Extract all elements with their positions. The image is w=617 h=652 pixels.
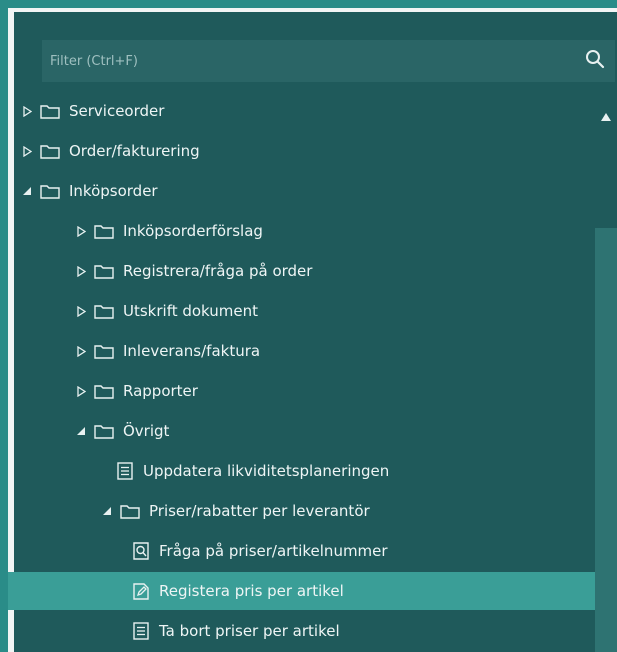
document-icon (132, 622, 150, 640)
document-icon (116, 462, 134, 480)
folder-icon (40, 144, 60, 159)
expanded-arrow-icon[interactable] (100, 506, 114, 516)
tree-item-label: Rapporter (123, 382, 198, 400)
tree-item-ta-bort-priser-per-artikel[interactable]: Ta bort priser per artikel (8, 612, 617, 650)
tree-item-inleverans-faktura[interactable]: Inleverans/faktura (8, 332, 617, 370)
folder-icon (40, 184, 60, 199)
tree-item-label: Registrera/fråga på order (123, 262, 313, 280)
collapsed-arrow-icon[interactable] (20, 145, 34, 157)
expanded-arrow-icon[interactable] (74, 426, 88, 436)
edit-document-icon (132, 582, 150, 600)
tree-item-label: Priser/rabatter per leverantör (149, 502, 370, 520)
tree-item-label: Övrigt (123, 422, 170, 440)
collapsed-arrow-icon[interactable] (74, 305, 88, 317)
tree-item-label: Registera pris per artikel (159, 582, 344, 600)
tree-item-label: Uppdatera likviditetsplaneringen (143, 462, 390, 480)
folder-icon (94, 224, 114, 239)
tree-item-label: Utskrift dokument (123, 302, 259, 320)
expanded-arrow-icon[interactable] (20, 186, 34, 196)
folder-icon (94, 424, 114, 439)
filter-box (42, 40, 615, 82)
folder-icon (94, 264, 114, 279)
tree-item-inkopsorderforslag[interactable]: Inköpsorderförslag (8, 212, 617, 250)
collapsed-arrow-icon[interactable] (74, 265, 88, 277)
tree-item-label: Order/fakturering (69, 142, 200, 160)
menu-tree: Serviceorder Order/fakturering Inköpsorder… (8, 94, 617, 652)
filter-input[interactable] (42, 40, 572, 82)
tree-item-fraga-pa-priser-artikelnummer[interactable]: Fråga på priser/artikelnummer (8, 532, 617, 570)
scroll-up-button[interactable] (599, 108, 613, 122)
tree-item-label: Inköpsorderförslag (123, 222, 263, 240)
collapsed-arrow-icon[interactable] (74, 385, 88, 397)
collapsed-arrow-icon[interactable] (74, 345, 88, 357)
triangle-up-icon (601, 106, 611, 125)
tree-item-utskrift-dokument[interactable]: Utskrift dokument (8, 292, 617, 330)
tree-item-ovrigt[interactable]: Övrigt (8, 412, 617, 450)
search-button[interactable] (575, 40, 615, 82)
collapsed-arrow-icon[interactable] (20, 105, 34, 117)
folder-icon (94, 304, 114, 319)
tree-item-order-fakturering[interactable]: Order/fakturering (8, 132, 600, 170)
tree-item-serviceorder[interactable]: Serviceorder (8, 94, 600, 130)
tree-item-label: Fråga på priser/artikelnummer (159, 542, 388, 560)
tree-item-label: Ta bort priser per artikel (159, 622, 340, 640)
tree-item-priser-rabatter-per-leverantor[interactable]: Priser/rabatter per leverantör (8, 492, 617, 530)
folder-icon (120, 504, 140, 519)
tree-item-registrera-fraga-pa-order[interactable]: Registrera/fråga på order (8, 252, 617, 290)
scrollbar-thumb[interactable] (595, 228, 617, 652)
panel-top-edge (8, 8, 617, 12)
tree-item-registera-pris-per-artikel[interactable]: Registera pris per artikel (8, 572, 617, 610)
tree-item-label: Inleverans/faktura (123, 342, 261, 360)
folder-icon (94, 384, 114, 399)
tree-item-uppdatera-likviditetsplaneringen[interactable]: Uppdatera likviditetsplaneringen (8, 452, 617, 490)
folder-icon (40, 104, 60, 119)
tree-item-rapporter[interactable]: Rapporter (8, 372, 617, 410)
tree-item-label: Serviceorder (69, 102, 165, 120)
tree-item-label: Inköpsorder (69, 182, 158, 200)
tree-item-inkopsorder[interactable]: Inköpsorder (8, 172, 600, 210)
query-document-icon (132, 542, 150, 560)
navigation-panel: Serviceorder Order/fakturering Inköpsorder… (0, 0, 617, 652)
search-icon (585, 49, 605, 73)
folder-icon (94, 344, 114, 359)
collapsed-arrow-icon[interactable] (74, 225, 88, 237)
